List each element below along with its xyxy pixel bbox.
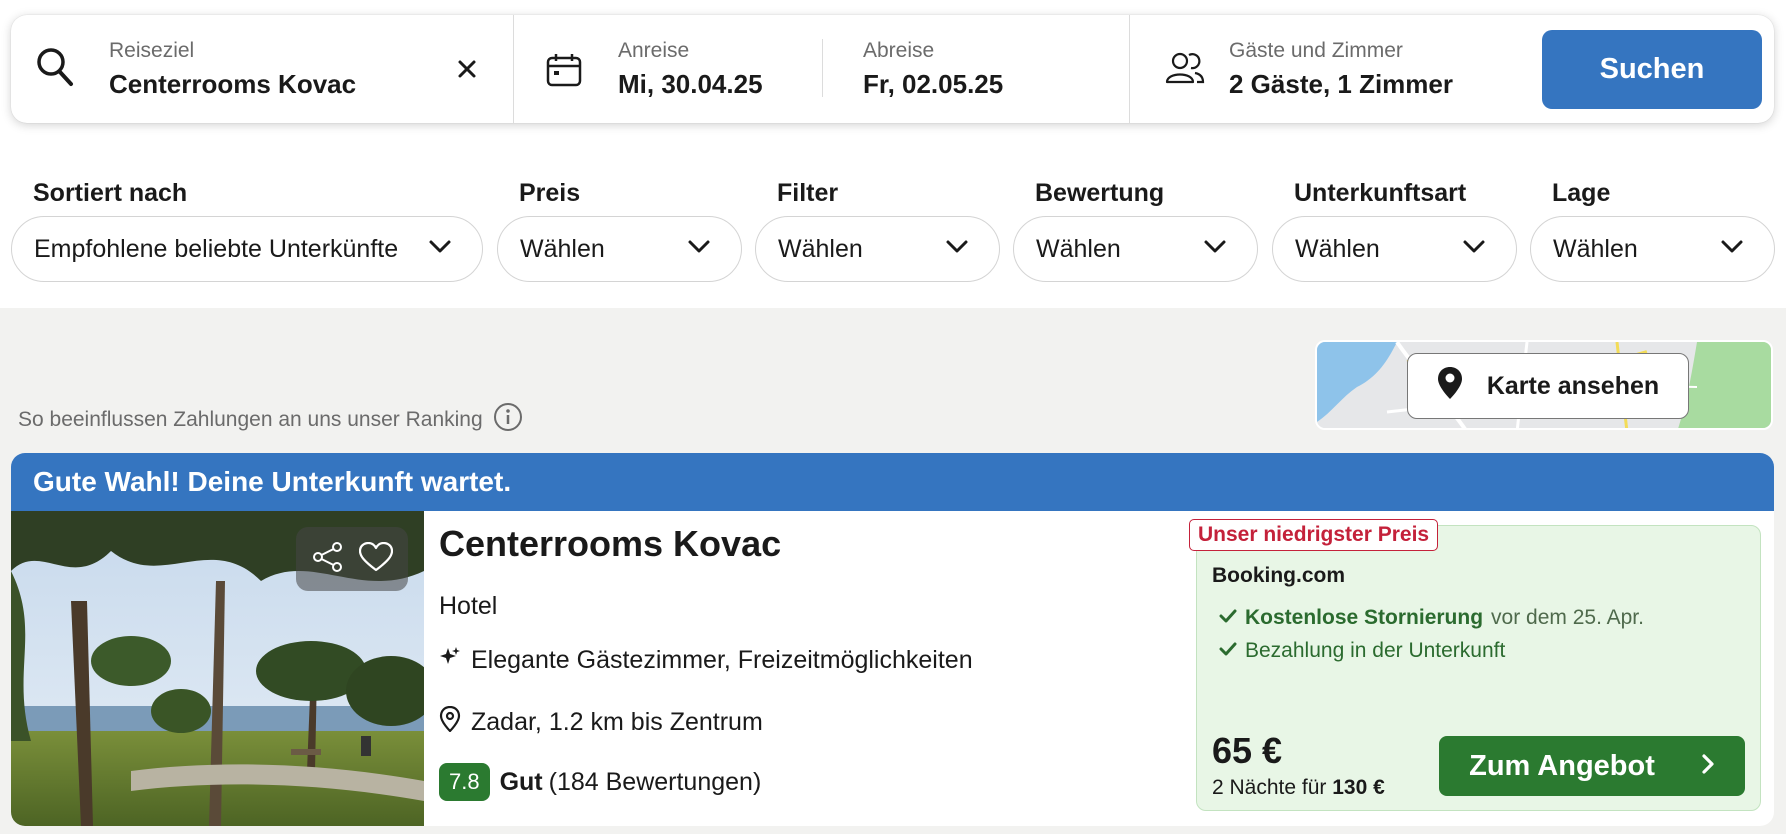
chevron-down-icon — [428, 239, 452, 260]
filter-rating: Bewertung Wählen — [1013, 176, 1258, 282]
filter-property-type: Unterkunftsart Wählen — [1272, 176, 1517, 282]
rating-score: 7.8 — [439, 763, 490, 801]
search-bar: Reiseziel Centerrooms Kovac Anreise Mi, … — [11, 15, 1774, 123]
offer-price: 65 € — [1212, 730, 1283, 771]
view-deal-label: Zum Angebot — [1469, 749, 1655, 782]
payment-line: Bezahlung in der Unterkunft — [1219, 639, 1505, 663]
select-value: Wählen — [1036, 234, 1121, 263]
card-banner: Gute Wahl! Deine Unterkunft wartet. — [11, 453, 1774, 511]
chevron-down-icon — [1203, 239, 1227, 260]
filter-sort: Sortiert nach Empfohlene beliebte Unterk… — [11, 176, 483, 282]
chevron-down-icon — [1462, 239, 1486, 260]
offer-provider: Booking.com — [1212, 564, 1346, 587]
hotel-type: Hotel — [439, 592, 498, 620]
destination-value: Centerrooms Kovac — [109, 69, 357, 99]
checkout-value: Fr, 02.05.25 — [863, 69, 1004, 99]
rating-select[interactable]: Wählen — [1013, 216, 1258, 282]
destination-label: Reiseziel — [109, 39, 195, 62]
calendar-icon — [546, 53, 582, 92]
show-map-label: Karte ansehen — [1486, 371, 1660, 400]
location-pin-icon — [439, 705, 461, 739]
checkin-label: Anreise — [618, 39, 690, 62]
filter-label: Lage — [1552, 179, 1611, 207]
search-button[interactable]: Suchen — [1542, 30, 1762, 109]
sparkle-icon — [439, 646, 461, 675]
rating-count: (184 Bewertungen) — [548, 767, 762, 796]
chevron-right-icon — [1701, 750, 1715, 783]
view-deal-button[interactable]: Zum Angebot — [1439, 736, 1745, 796]
search-icon — [36, 47, 74, 92]
map-preview[interactable]: Karte ansehen — [1315, 340, 1773, 430]
nights-prefix: 2 Nächte für — [1212, 776, 1327, 799]
filter-filter: Filter Wählen — [755, 176, 1000, 282]
share-icon[interactable] — [312, 541, 344, 578]
show-map-button[interactable]: Karte ansehen — [1407, 353, 1689, 419]
hotel-name[interactable]: Centerrooms Kovac — [439, 523, 781, 565]
guests-label: Gäste und Zimmer — [1229, 39, 1403, 62]
guests-field[interactable]: Gäste und Zimmer 2 Gäste, 1 Zimmer — [1130, 15, 1530, 123]
location-select[interactable]: Wählen — [1530, 216, 1775, 282]
guests-value: 2 Gäste, 1 Zimmer — [1229, 69, 1453, 99]
map-pin-icon — [1437, 366, 1463, 407]
select-value: Wählen — [1553, 234, 1638, 263]
rating-row[interactable]: 7.8 Gut (184 Bewertungen) — [439, 763, 761, 801]
select-value: Wählen — [778, 234, 863, 263]
cancellation-bold: Kostenlose Stornierung — [1245, 606, 1484, 629]
filter-label: Bewertung — [1035, 179, 1165, 207]
filter-label: Unterkunftsart — [1294, 179, 1467, 207]
rating-text: Gut — [499, 767, 543, 796]
select-value: Wählen — [520, 234, 605, 263]
filter-location: Lage Wählen — [1530, 176, 1775, 282]
info-icon[interactable] — [493, 402, 523, 438]
filter-price: Preis Wählen — [497, 176, 742, 282]
heart-icon[interactable] — [358, 541, 393, 577]
check-icon — [1219, 639, 1237, 663]
checkin-value: Mi, 30.04.25 — [618, 69, 763, 99]
select-value: Wählen — [1295, 234, 1380, 263]
filter-select[interactable]: Wählen — [755, 216, 1000, 282]
chevron-down-icon — [1720, 239, 1744, 260]
offer-nights: 2 Nächte für 130 € — [1212, 776, 1385, 800]
property-type-select[interactable]: Wählen — [1272, 216, 1517, 282]
chevron-down-icon — [687, 239, 711, 260]
nights-total: 130 € — [1332, 776, 1385, 799]
hotel-photo[interactable] — [11, 511, 424, 826]
check-icon — [1219, 606, 1237, 630]
location-row: Zadar, 1.2 km bis Zentrum — [439, 705, 763, 739]
ranking-note[interactable]: So beeinflussen Zahlungen an uns unser R… — [18, 402, 523, 438]
price-select[interactable]: Wählen — [497, 216, 742, 282]
highlights-row: Elegante Gästezimmer, Freizeitmöglichkei… — [439, 646, 973, 675]
location-text: Zadar, 1.2 km bis Zentrum — [471, 708, 763, 736]
checkout-field[interactable]: Abreise Fr, 02.05.25 — [823, 15, 1141, 123]
filter-label: Sortiert nach — [33, 179, 188, 207]
filter-label: Preis — [519, 179, 581, 207]
payment-text: Bezahlung in der Unterkunft — [1245, 639, 1506, 662]
cancellation-rest: vor dem 25. Apr. — [1491, 606, 1644, 629]
lowest-price-tag: Unser niedrigster Preis — [1189, 519, 1439, 551]
cancellation-line: Kostenlose Stornierung vor dem 25. Apr. — [1219, 606, 1644, 630]
sort-select[interactable]: Empfohlene beliebte Unterkünfte — [11, 216, 483, 282]
clear-icon[interactable] — [457, 59, 477, 84]
filter-label: Filter — [777, 179, 839, 207]
highlights-text: Elegante Gästezimmer, Freizeitmöglichkei… — [471, 646, 973, 674]
checkin-field[interactable]: Anreise Mi, 30.04.25 — [514, 15, 814, 123]
select-value: Empfohlene beliebte Unterkünfte — [34, 234, 399, 263]
guests-icon — [1165, 51, 1205, 90]
destination-field[interactable]: Reiseziel Centerrooms Kovac — [11, 15, 513, 123]
ranking-note-text: So beeinflussen Zahlungen an uns unser R… — [18, 408, 483, 431]
photo-actions — [296, 527, 408, 591]
chevron-down-icon — [945, 239, 969, 260]
checkout-label: Abreise — [863, 39, 935, 62]
